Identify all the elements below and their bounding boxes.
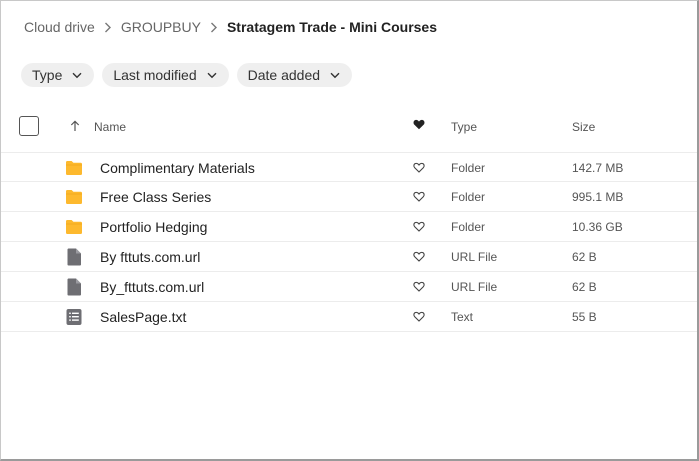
text-file-icon — [65, 308, 83, 326]
chevron-right-icon — [95, 22, 121, 33]
file-size: 10.36 GB — [572, 220, 623, 234]
breadcrumb: Cloud drive GROUPBUY Stratagem Trade - M… — [24, 17, 437, 37]
breadcrumb-cloud-drive[interactable]: Cloud drive — [24, 19, 95, 35]
file-type: URL File — [451, 250, 498, 264]
favourite-filled-icon[interactable] — [413, 119, 425, 130]
file-size: 62 B — [572, 280, 597, 294]
file-row-free-class-series[interactable]: Free Class Series Folder 995.1 MB — [0, 182, 699, 212]
filter-type-button[interactable]: Type — [21, 63, 95, 87]
url-file-icon — [65, 248, 83, 266]
favourite-heart-icon[interactable] — [413, 281, 425, 292]
file-type: Folder — [451, 161, 486, 175]
select-all-checkbox[interactable] — [19, 116, 39, 136]
favourite-heart-icon[interactable] — [413, 251, 425, 262]
column-header-type: Type — [451, 120, 478, 134]
favourite-heart-icon[interactable] — [413, 191, 425, 202]
breadcrumb-groupbuy[interactable]: GROUPBUY — [121, 19, 201, 35]
folder-icon — [65, 159, 83, 177]
file-type: URL File — [451, 280, 498, 294]
file-size: 62 B — [572, 250, 597, 264]
file-row-salespage-txt[interactable]: SalesPage.txt Text 55 B — [0, 302, 699, 332]
file-type: Folder — [451, 190, 486, 204]
file-row-complimentary-materials[interactable]: Complimentary Materials Folder 142.7 MB — [0, 152, 699, 182]
chevron-right-icon — [201, 22, 227, 33]
filter-last-modified-label: Last modified — [113, 67, 197, 83]
filter-date-added-button[interactable]: Date added — [236, 63, 353, 87]
column-header-name[interactable]: Name — [94, 120, 126, 134]
file-size: 55 B — [572, 310, 597, 324]
chevron-down-icon — [207, 72, 217, 78]
file-name: Free Class Series — [100, 189, 212, 205]
file-list: Complimentary Materials Folder 142.7 MB … — [0, 152, 699, 332]
chevron-down-icon — [72, 72, 82, 78]
file-size: 142.7 MB — [572, 161, 624, 175]
filter-last-modified-button[interactable]: Last modified — [102, 63, 229, 87]
chevron-down-icon — [330, 72, 340, 78]
file-type: Text — [451, 310, 474, 324]
file-row-by-fttuts-url[interactable]: By fttuts.com.url URL File 62 B — [0, 242, 699, 272]
file-name: Complimentary Materials — [100, 160, 255, 176]
url-file-icon — [65, 278, 83, 296]
breadcrumb-current-folder: Stratagem Trade - Mini Courses — [226, 19, 438, 35]
filter-bar: Type Last modified Date added — [21, 63, 353, 87]
file-name: Portfolio Hedging — [100, 219, 208, 235]
folder-icon — [65, 218, 83, 236]
table-header: Name Type Size — [0, 110, 699, 142]
favourite-heart-icon[interactable] — [413, 162, 425, 173]
file-row-by-fttuts-url-2[interactable]: By_fttuts.com.url URL File 62 B — [0, 272, 699, 302]
file-name: By_fttuts.com.url — [100, 279, 205, 295]
file-row-portfolio-hedging[interactable]: Portfolio Hedging Folder 10.36 GB — [0, 212, 699, 242]
file-name: By fttuts.com.url — [100, 249, 201, 265]
file-type: Folder — [451, 220, 486, 234]
favourite-heart-icon[interactable] — [413, 221, 425, 232]
filter-type-label: Type — [32, 67, 63, 83]
sort-ascending-icon[interactable] — [70, 120, 80, 132]
filter-date-added-label: Date added — [247, 67, 321, 83]
column-header-size: Size — [572, 120, 596, 134]
file-size: 995.1 MB — [572, 190, 624, 204]
file-name: SalesPage.txt — [100, 309, 187, 325]
folder-icon — [65, 188, 83, 206]
favourite-heart-icon[interactable] — [413, 311, 425, 322]
